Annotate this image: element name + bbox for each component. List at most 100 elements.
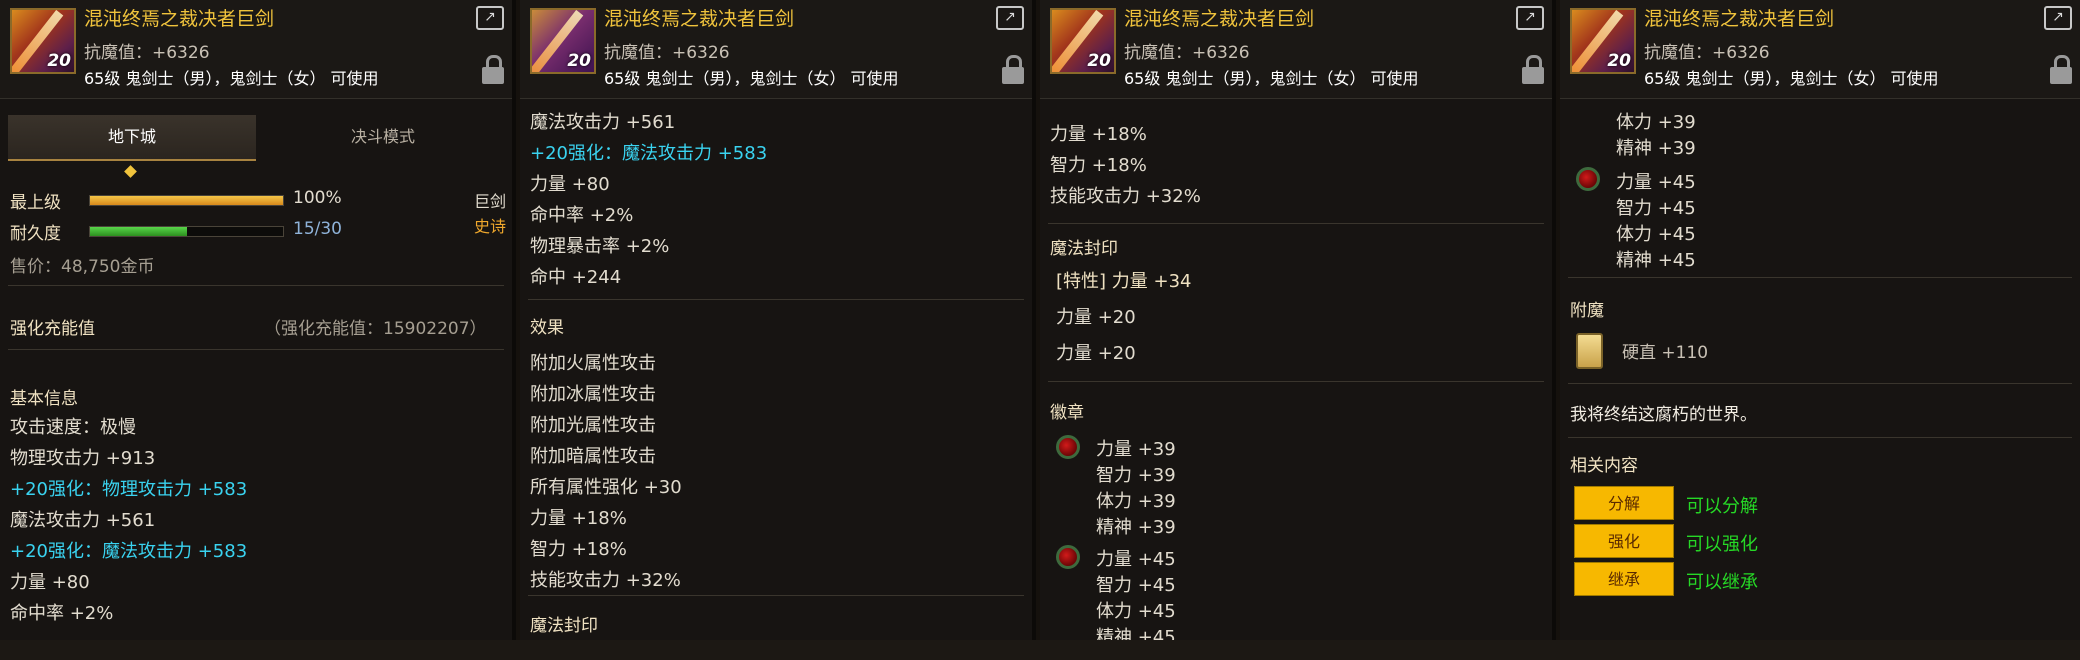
- grade-bar: [89, 195, 284, 206]
- stat-line: 攻击速度：极慢: [10, 417, 136, 438]
- red-emblem-icon: [1056, 435, 1080, 459]
- stat-line: +20强化：物理攻击力 +583: [10, 479, 248, 500]
- emblem-stat-line: 体力 +39: [1096, 491, 1176, 512]
- related-heading: 相关内容: [1570, 456, 1638, 476]
- divider: [1568, 383, 2072, 384]
- flavor-text: 我将终结这腐朽的世界。: [1570, 405, 1757, 425]
- lock-icon[interactable]: [1002, 55, 1024, 85]
- stat-line: 力量 +80: [10, 572, 90, 593]
- lock-icon[interactable]: [482, 55, 504, 85]
- emblem-stat-line: 力量 +45: [1616, 172, 1696, 193]
- seal-line: 力量 +20: [1056, 343, 1136, 364]
- tab-pvp[interactable]: 决斗模式: [258, 115, 508, 159]
- stat-line: 智力 +18%: [1050, 155, 1147, 176]
- greatsword-icon: 20: [1570, 8, 1636, 74]
- greatsword-icon: 20: [530, 8, 596, 74]
- enchant-card-icon: [1576, 333, 1603, 369]
- item-header: 20 混沌终焉之裁决者巨剑 抗魔值：+6326 65级 鬼剑士（男），鬼剑士（女…: [1040, 0, 1552, 99]
- divider: [8, 349, 504, 350]
- tab-dungeon[interactable]: 地下城: [8, 115, 256, 161]
- divider: [8, 285, 504, 286]
- durability-value: 15/30: [293, 219, 342, 239]
- emblem-stat-line: 体力 +39: [1616, 112, 1696, 133]
- red-emblem-icon: [1576, 167, 1600, 191]
- emblem-stat-line: 智力 +39: [1096, 465, 1176, 486]
- effect-line: 力量 +18%: [530, 508, 627, 529]
- tooltip-panel-1: 20 混沌终焉之裁决者巨剑 抗魔值：+6326 65级 鬼剑士（男），鬼剑士（女…: [0, 0, 516, 640]
- emblem-stat-line: 体力 +45: [1616, 224, 1696, 245]
- seal-line: 力量 +20: [1056, 307, 1136, 328]
- enhance-level-badge: 20: [567, 51, 591, 71]
- share-icon[interactable]: ↗: [2044, 6, 2072, 30]
- effects-heading: 效果: [530, 318, 564, 338]
- enhance-level-badge: 20: [1607, 51, 1631, 71]
- emblem-stat-line: 精神 +45: [1096, 627, 1176, 640]
- tooltip-panel-2: 20 混沌终焉之裁决者巨剑 抗魔值：+6326 65级 鬼剑士（男），鬼剑士（女…: [520, 0, 1036, 640]
- durability-label: 耐久度: [10, 224, 61, 244]
- red-emblem-icon: [1056, 545, 1080, 569]
- action-button[interactable]: 分解: [1574, 486, 1674, 520]
- item-header: 20 混沌终焉之裁决者巨剑 抗魔值：+6326 65级 鬼剑士（男），鬼剑士（女…: [0, 0, 512, 99]
- resist-value: 抗魔值：+6326: [1124, 43, 1250, 63]
- mode-tabs: 地下城 决斗模式: [0, 115, 512, 178]
- stat-line: 技能攻击力 +32%: [1050, 186, 1201, 207]
- emblem-stat-line: 精神 +39: [1096, 517, 1176, 538]
- grade-label: 最上级: [10, 193, 61, 213]
- share-icon[interactable]: ↗: [1516, 6, 1544, 30]
- emblem-heading: 徽章: [1050, 403, 1084, 423]
- item-header: 20 混沌终焉之裁决者巨剑 抗魔值：+6326 65级 鬼剑士（男），鬼剑士（女…: [520, 0, 1032, 99]
- charge-label: 强化充能值: [10, 319, 95, 339]
- effect-line: 技能攻击力 +32%: [530, 570, 681, 591]
- divider: [528, 595, 1024, 596]
- tooltip-panel-3: 20 混沌终焉之裁决者巨剑 抗魔值：+6326 65级 鬼剑士（男），鬼剑士（女…: [1040, 0, 1556, 640]
- item-name: 混沌终焉之裁决者巨剑: [604, 8, 795, 30]
- greatsword-icon: 20: [10, 8, 76, 74]
- effect-line: 附加光属性攻击: [530, 415, 656, 436]
- divider: [1568, 277, 2072, 278]
- stat-line: 物理攻击力 +913: [10, 448, 156, 469]
- action-button[interactable]: 继承: [1574, 562, 1674, 596]
- item-header: 20 混沌终焉之裁决者巨剑 抗魔值：+6326 65级 鬼剑士（男），鬼剑士（女…: [1560, 0, 2080, 99]
- emblem-stat-line: 精神 +39: [1616, 138, 1696, 159]
- enchant-heading: 附魔: [1570, 301, 1604, 321]
- requirement-text: 65级 鬼剑士（男），鬼剑士（女） 可使用: [84, 69, 379, 88]
- stat-line: 命中 +244: [530, 267, 622, 288]
- enhance-level-badge: 20: [47, 51, 71, 71]
- lock-icon[interactable]: [2050, 55, 2072, 85]
- rarity-label: 史诗: [474, 217, 507, 236]
- emblem-stat-line: 力量 +39: [1096, 439, 1176, 460]
- stat-line: 物理暴击率 +2%: [530, 236, 670, 257]
- stat-line: 力量 +18%: [1050, 124, 1147, 145]
- share-icon[interactable]: ↗: [476, 6, 504, 30]
- basic-info-heading: 基本信息: [10, 389, 78, 409]
- action-note: 可以分解: [1686, 496, 1758, 517]
- action-note: 可以强化: [1686, 534, 1758, 555]
- greatsword-icon: 20: [1050, 8, 1116, 74]
- tooltip-panel-4: 20 混沌终焉之裁决者巨剑 抗魔值：+6326 65级 鬼剑士（男），鬼剑士（女…: [1560, 0, 2080, 640]
- lock-icon[interactable]: [1522, 55, 1544, 85]
- action-button[interactable]: 强化: [1574, 524, 1674, 558]
- stat-line: +20强化：魔法攻击力 +583: [10, 541, 248, 562]
- item-name: 混沌终焉之裁决者巨剑: [1644, 8, 1835, 30]
- divider: [1048, 223, 1544, 224]
- effect-line: 智力 +18%: [530, 539, 627, 560]
- enhance-level-badge: 20: [1087, 51, 1111, 71]
- stat-line: 魔法攻击力 +561: [10, 510, 156, 531]
- seal-heading: 魔法封印: [530, 616, 598, 636]
- item-name: 混沌终焉之裁决者巨剑: [1124, 8, 1315, 30]
- background-strip: [0, 640, 2080, 660]
- share-icon[interactable]: ↗: [996, 6, 1024, 30]
- requirement-text: 65级 鬼剑士（男），鬼剑士（女） 可使用: [1124, 69, 1419, 88]
- effect-line: 附加火属性攻击: [530, 353, 656, 374]
- stat-line: 魔法攻击力 +561: [530, 112, 676, 133]
- seal-line: [特性] 力量 +34: [1056, 271, 1192, 292]
- emblem-stat-line: 精神 +45: [1616, 250, 1696, 271]
- stat-line: 力量 +80: [530, 174, 610, 195]
- resist-value: 抗魔值：+6326: [604, 43, 730, 63]
- divider: [1568, 437, 2072, 438]
- action-note: 可以继承: [1686, 572, 1758, 593]
- stat-line: 命中率 +2%: [530, 205, 634, 226]
- effect-line: 附加暗属性攻击: [530, 446, 656, 467]
- resist-value: 抗魔值：+6326: [1644, 43, 1770, 63]
- enchant-value: 硬直 +110: [1622, 343, 1709, 363]
